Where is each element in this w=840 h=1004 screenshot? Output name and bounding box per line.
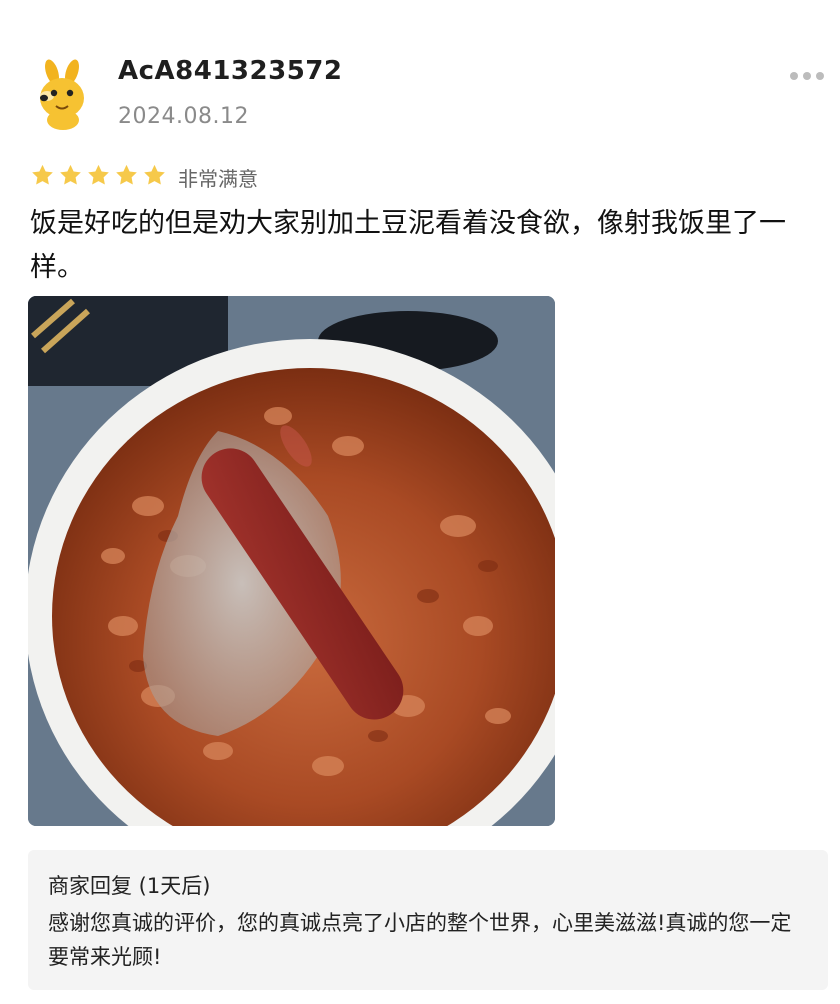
yellow-dog-icon	[40, 59, 84, 130]
dot	[790, 72, 798, 80]
food-bowl-image	[28, 296, 555, 826]
merchant-reply-text: 感谢您真诚的评价，您的真诚点亮了小店的整个世界，心里美滋滋!真诚的您一定要常来光…	[48, 911, 792, 969]
review-text: 饭是好吃的但是劝大家别加土豆泥看着没食欲，像射我饭里了一样。	[30, 208, 786, 283]
rating-label: 非常满意	[178, 167, 258, 191]
review-card: AcA841323572 2024.08.12 非常满意 饭是好吃的但是劝大家别…	[0, 0, 840, 1004]
dot	[803, 72, 811, 80]
star-icon	[60, 164, 81, 185]
rating-stars	[30, 163, 167, 188]
dot	[816, 72, 824, 80]
star-icon	[116, 164, 137, 185]
review-date: 2024.08.12	[118, 104, 249, 129]
star-icon	[144, 164, 165, 185]
merchant-reply: 商家回复 (1天后) 感谢您真诚的评价，您的真诚点亮了小店的整个世界，心里美滋滋…	[28, 850, 828, 990]
avatar[interactable]	[32, 58, 96, 130]
more-dots-icon[interactable]	[790, 66, 834, 86]
star-icon	[88, 164, 109, 185]
star-icon	[32, 164, 53, 185]
merchant-reply-title: 商家回复 (1天后)	[48, 874, 211, 898]
username[interactable]: AcA841323572	[118, 56, 342, 86]
review-photo[interactable]	[28, 296, 555, 826]
